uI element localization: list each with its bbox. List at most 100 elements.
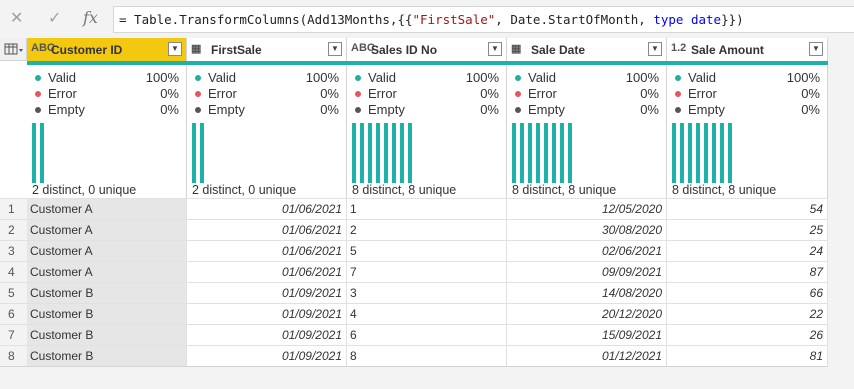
distribution-bar[interactable] [360, 123, 364, 183]
cell-sale-date[interactable]: 01/12/2021 [507, 346, 667, 366]
chevron-down-icon[interactable]: ▼ [809, 42, 823, 56]
distribution-bar[interactable] [528, 123, 532, 183]
distribution-bar[interactable] [536, 123, 540, 183]
distribution-bar[interactable] [200, 123, 204, 183]
profile-error-label: Error [48, 86, 77, 101]
profile-valid-value: 100% [145, 70, 179, 85]
cell-amount[interactable]: 54 [667, 199, 828, 219]
cell-sales-id[interactable]: 3 [347, 283, 507, 303]
cell-sales-id[interactable]: 4 [347, 304, 507, 324]
cell-sales-id[interactable]: 6 [347, 325, 507, 345]
cell-sales-id[interactable]: 2 [347, 220, 507, 240]
cell-first-sale[interactable]: 01/06/2021 [187, 262, 347, 282]
cell-customer[interactable]: Customer B [27, 346, 187, 366]
distribution-bar[interactable] [712, 123, 716, 183]
cell-sale-date[interactable]: 12/05/2020 [507, 199, 667, 219]
cell-first-sale[interactable]: 01/06/2021 [187, 241, 347, 261]
row-number[interactable]: 8 [0, 346, 27, 366]
profile-empty-label: Empty [688, 102, 725, 117]
distribution-bar[interactable] [352, 123, 356, 183]
distribution-bar[interactable] [560, 123, 564, 183]
column-header-sale-amount[interactable]: 1.2 Sale Amount ▼ [667, 38, 828, 61]
chevron-down-icon[interactable]: ▼ [328, 42, 342, 56]
cell-sale-date[interactable]: 02/06/2021 [507, 241, 667, 261]
cell-sales-id[interactable]: 1 [347, 199, 507, 219]
column-type-icon[interactable]: ▦ [191, 42, 201, 55]
row-number[interactable]: 6 [0, 304, 27, 324]
cell-first-sale[interactable]: 01/09/2021 [187, 304, 347, 324]
cell-customer[interactable]: Customer B [27, 283, 187, 303]
distribution-bar[interactable] [688, 123, 692, 183]
cell-sale-date[interactable]: 09/09/2021 [507, 262, 667, 282]
distribution-bar[interactable] [376, 123, 380, 183]
distribution-bar[interactable] [672, 123, 676, 183]
row-number[interactable]: 4 [0, 262, 27, 282]
row-number[interactable]: 2 [0, 220, 27, 240]
row-number[interactable]: 3 [0, 241, 27, 261]
distribution-bar[interactable] [520, 123, 524, 183]
column-header-firstsale[interactable]: ▦ FirstSale ▼ [187, 38, 347, 61]
distribution-bar[interactable] [720, 123, 724, 183]
formula-input[interactable]: = Table.TransformColumns(Add13Months,{{"… [113, 6, 854, 33]
cell-customer[interactable]: Customer A [27, 220, 187, 240]
cell-first-sale[interactable]: 01/06/2021 [187, 199, 347, 219]
cell-sale-date[interactable]: 14/08/2020 [507, 283, 667, 303]
distribution-bar[interactable] [392, 123, 396, 183]
distribution-bar[interactable] [544, 123, 548, 183]
cell-amount[interactable]: 22 [667, 304, 828, 324]
cell-customer[interactable]: Customer B [27, 304, 187, 324]
distribution-bar[interactable] [40, 123, 44, 183]
cell-amount[interactable]: 87 [667, 262, 828, 282]
cell-amount[interactable]: 81 [667, 346, 828, 366]
fx-icon[interactable]: fx [83, 8, 98, 27]
distribution-bar[interactable] [384, 123, 388, 183]
cell-sales-id[interactable]: 7 [347, 262, 507, 282]
row-number[interactable]: 5 [0, 283, 27, 303]
cell-sales-id[interactable]: 5 [347, 241, 507, 261]
distribution-bar[interactable] [680, 123, 684, 183]
distribution-bar[interactable] [400, 123, 404, 183]
cell-amount[interactable]: 66 [667, 283, 828, 303]
empty-dot-icon [515, 107, 521, 113]
cell-customer[interactable]: Customer A [27, 199, 187, 219]
chevron-down-icon[interactable]: ▼ [168, 42, 182, 56]
profile-error-label: Error [528, 86, 557, 101]
column-header-sales-id-no[interactable]: ABC Sales ID No ▼ [347, 38, 507, 61]
cell-first-sale[interactable]: 01/09/2021 [187, 346, 347, 366]
distribution-bar[interactable] [696, 123, 700, 183]
checkmark-icon[interactable]: ✓ [48, 8, 61, 27]
cell-amount[interactable]: 24 [667, 241, 828, 261]
cell-customer[interactable]: Customer A [27, 262, 187, 282]
row-number[interactable]: 7 [0, 325, 27, 345]
row-number[interactable]: 1 [0, 199, 27, 219]
profile-valid-value: 100% [625, 70, 659, 85]
chevron-down-icon[interactable]: ▼ [648, 42, 662, 56]
cell-sales-id[interactable]: 8 [347, 346, 507, 366]
cell-customer[interactable]: Customer A [27, 241, 187, 261]
cell-first-sale[interactable]: 01/09/2021 [187, 325, 347, 345]
column-header-customer-id[interactable]: ABC Customer ID ▼ [27, 38, 187, 61]
column-type-icon[interactable]: 1.2 [671, 42, 686, 54]
column-header-sale-date[interactable]: ▦ Sale Date ▼ [507, 38, 667, 61]
cell-amount[interactable]: 25 [667, 220, 828, 240]
cell-sale-date[interactable]: 15/09/2021 [507, 325, 667, 345]
distribution-bar[interactable] [512, 123, 516, 183]
cell-sale-date[interactable]: 20/12/2020 [507, 304, 667, 324]
close-icon[interactable]: ✕ [10, 8, 23, 27]
column-type-icon[interactable]: ▦ [511, 42, 521, 55]
distribution-bar[interactable] [552, 123, 556, 183]
distribution-bar[interactable] [192, 123, 196, 183]
cell-customer[interactable]: Customer B [27, 325, 187, 345]
distribution-bar[interactable] [704, 123, 708, 183]
cell-sale-date[interactable]: 30/08/2020 [507, 220, 667, 240]
table-menu-button[interactable] [0, 38, 27, 61]
distribution-bar[interactable] [568, 123, 572, 183]
distribution-bar[interactable] [408, 123, 412, 183]
distribution-bar[interactable] [728, 123, 732, 183]
cell-first-sale[interactable]: 01/09/2021 [187, 283, 347, 303]
cell-amount[interactable]: 26 [667, 325, 828, 345]
cell-first-sale[interactable]: 01/06/2021 [187, 220, 347, 240]
distribution-bar[interactable] [368, 123, 372, 183]
distribution-bar[interactable] [32, 123, 36, 183]
chevron-down-icon[interactable]: ▼ [488, 42, 502, 56]
